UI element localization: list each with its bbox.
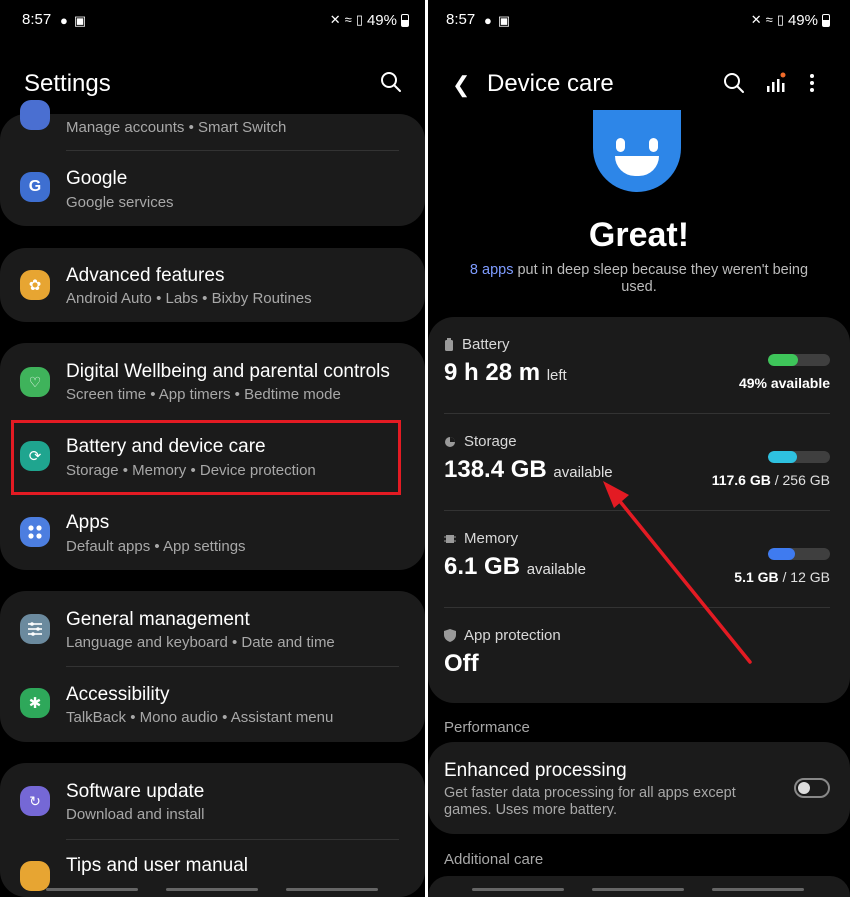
- item-subtitle: Download and install: [66, 806, 205, 823]
- apps-icon: [20, 517, 50, 547]
- settings-item-software-update[interactable]: ↻ Software update Download and install: [0, 763, 425, 839]
- enhanced-processing-subtitle: Get faster data processing for all apps …: [444, 785, 736, 818]
- item-subtitle: Screen time • App timers • Bedtime mode: [66, 386, 341, 403]
- wifi-icon: ≈: [344, 12, 352, 27]
- item-title: Software update: [66, 781, 205, 802]
- signal-icon: ▯: [355, 12, 363, 27]
- item-subtitle: Google services: [66, 194, 174, 211]
- software-update-icon: ↻: [20, 786, 50, 816]
- status-bar: 8:57 ● ▣ ✕ ≈ ▯ 49%: [0, 10, 425, 32]
- nav-back[interactable]: [712, 888, 804, 891]
- settings-group-accounts: Manage accounts • Smart Switch G Google …: [0, 100, 425, 226]
- item-title: Digital Wellbeing and parental controls: [66, 361, 390, 382]
- settings-item-accounts[interactable]: Manage accounts • Smart Switch: [0, 100, 425, 148]
- settings-item-google[interactable]: G Google Google services: [0, 150, 425, 226]
- general-management-icon: [20, 614, 50, 644]
- performance-header: Performance: [444, 719, 530, 736]
- additional-care-header: Additional care: [444, 851, 544, 868]
- settings-group-software: ↻ Software update Download and install T…: [0, 763, 425, 897]
- nav-recents[interactable]: [46, 888, 138, 891]
- accounts-icon: [20, 100, 50, 130]
- page-title: Settings: [24, 70, 111, 97]
- settings-group-advanced: ✿ Advanced features Android Auto • Labs …: [0, 248, 425, 322]
- settings-item-general-management[interactable]: General management Language and keyboard…: [0, 591, 425, 665]
- settings-item-advanced-features[interactable]: ✿ Advanced features Android Auto • Labs …: [0, 248, 425, 322]
- item-title: Google: [66, 168, 128, 189]
- wellbeing-icon: ♡: [20, 367, 50, 397]
- mute-icon: ✕: [329, 12, 341, 27]
- nav-home[interactable]: [166, 888, 258, 891]
- item-title: General management: [66, 609, 250, 630]
- nav-recents[interactable]: [472, 888, 564, 891]
- item-subtitle: TalkBack • Mono audio • Assistant menu: [66, 709, 334, 726]
- nav-back[interactable]: [286, 888, 378, 891]
- settings-item-apps[interactable]: Apps Default apps • App settings: [0, 495, 425, 570]
- google-icon: G: [20, 172, 50, 202]
- settings-item-accessibility[interactable]: ✱ Accessibility TalkBack • Mono audio • …: [0, 666, 425, 742]
- highlight-box: [11, 420, 401, 495]
- item-subtitle: Manage accounts • Smart Switch: [66, 119, 287, 136]
- settings-screen: 8:57 ● ▣ ✕ ≈ ▯ 49% Settings Manage accou…: [0, 0, 425, 897]
- tips-icon: [20, 861, 50, 891]
- gallery-icon: ▣: [73, 13, 87, 28]
- settings-item-digital-wellbeing[interactable]: ♡ Digital Wellbeing and parental control…: [0, 343, 425, 417]
- item-subtitle: Android Auto • Labs • Bixby Routines: [66, 290, 312, 307]
- notification-icon: ●: [60, 13, 68, 28]
- status-time: 8:57: [22, 11, 52, 28]
- item-title: Accessibility: [66, 684, 170, 705]
- battery-percent: 49%: [366, 11, 397, 29]
- enhanced-processing-title: Enhanced processing: [444, 760, 627, 781]
- accessibility-icon: ✱: [20, 688, 50, 718]
- item-subtitle: Default apps • App settings: [66, 538, 246, 555]
- nav-home[interactable]: [592, 888, 684, 891]
- search-icon[interactable]: [380, 71, 402, 93]
- device-care-screen: 8:57 ● ▣ ✕ ≈ ▯ 49% ❮ Device care Great! …: [428, 0, 850, 897]
- advanced-features-icon: ✿: [20, 270, 50, 300]
- additional-care-card: [428, 876, 850, 897]
- item-title: Tips and user manual: [66, 855, 249, 876]
- item-title: Apps: [66, 512, 110, 533]
- settings-group-general: General management Language and keyboard…: [0, 591, 425, 742]
- battery-icon: [401, 13, 409, 27]
- enhanced-processing-toggle[interactable]: [794, 778, 830, 798]
- item-subtitle: Language and keyboard • Date and time: [66, 634, 335, 651]
- enhanced-processing-card[interactable]: Enhanced processing Get faster data proc…: [428, 742, 850, 834]
- item-title: Advanced features: [66, 265, 225, 286]
